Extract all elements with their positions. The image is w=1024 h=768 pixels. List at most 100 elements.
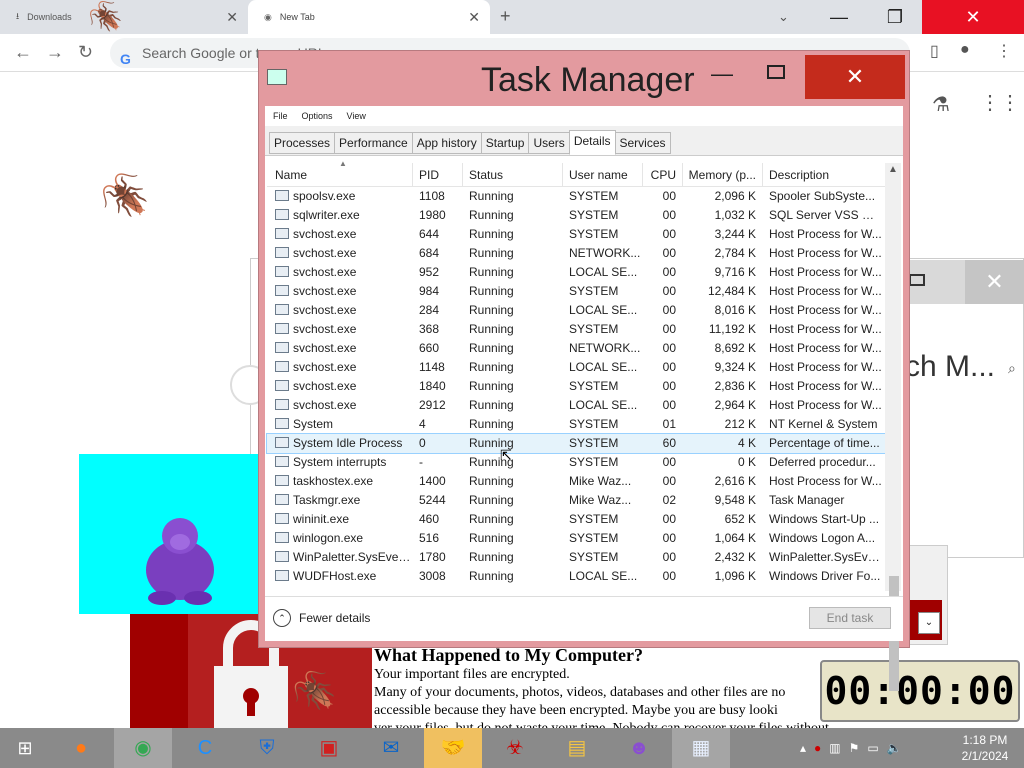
maximize-button[interactable]	[767, 65, 785, 79]
flag-icon[interactable]: ⚑	[849, 741, 860, 755]
table-row[interactable]: svchost.exe 1840 Running SYSTEM 00 2,836 K Hos…	[267, 377, 885, 396]
shield-icon[interactable]: ⛨	[238, 728, 296, 768]
process-memory: 11,192 K	[708, 322, 756, 336]
language-dropdown[interactable]: ⌄	[918, 612, 940, 634]
menu-icon[interactable]: ⋮	[996, 41, 1012, 61]
process-icon	[275, 285, 289, 296]
process-status: Running	[469, 265, 514, 279]
maximize-button[interactable]: ❐	[868, 0, 922, 34]
table-row[interactable]: svchost.exe 284 Running LOCAL SE... 00 8,016 …	[267, 301, 885, 320]
tab-performance[interactable]: Performance	[334, 132, 413, 154]
back-icon[interactable]: ←	[14, 42, 32, 63]
process-user: LOCAL SE...	[569, 303, 638, 317]
table-row[interactable]: WinPaletter.SysEvent... 1780 Running SYSTEM…	[267, 548, 885, 567]
apps-icon[interactable]: ⋮⋮	[980, 90, 1020, 115]
windows-start-icon[interactable]: ⊞	[0, 728, 50, 768]
menu-view[interactable]: View	[347, 111, 366, 121]
side-panel-icon[interactable]: ▯	[930, 41, 939, 61]
labs-icon[interactable]: ⚗	[932, 92, 950, 117]
menu-options[interactable]: Options	[302, 111, 333, 121]
minimize-button[interactable]: —	[711, 61, 733, 87]
end-task-button[interactable]: End task	[809, 607, 891, 629]
scroll-up-icon[interactable]: ▲	[888, 164, 898, 175]
ccleaner-icon[interactable]: C	[176, 728, 234, 768]
process-status: Running	[469, 550, 514, 564]
table-row[interactable]: winlogon.exe 516 Running SYSTEM 00 1,064 K Win…	[267, 529, 885, 548]
close-tab-icon[interactable]: ✕	[226, 9, 238, 26]
close-button[interactable]: ✕	[805, 55, 905, 99]
recorder-icon[interactable]: ▣	[300, 728, 358, 768]
tab-services[interactable]: Services	[614, 132, 671, 154]
tab-app-history[interactable]: App history	[411, 132, 482, 154]
process-description: Host Process for W...	[769, 303, 882, 317]
process-user: NETWORK...	[569, 341, 641, 355]
table-row[interactable]: svchost.exe 2912 Running LOCAL SE... 00 2,964…	[267, 396, 885, 415]
reload-icon[interactable]: ↻	[78, 42, 93, 63]
process-user: SYSTEM	[569, 227, 619, 241]
minimize-button[interactable]: —	[812, 0, 866, 34]
table-row[interactable]: taskhostex.exe 1400 Running Mike Waz... 00 2,…	[267, 472, 885, 491]
search-icon[interactable]: ⌕	[1008, 360, 1016, 377]
vertical-scrollbar[interactable]	[885, 163, 901, 591]
table-row[interactable]: svchost.exe 984 Running SYSTEM 00 12,484 K Hos…	[267, 282, 885, 301]
table-row[interactable]: svchost.exe 368 Running SYSTEM 00 11,192 K Hos…	[267, 320, 885, 339]
tab-downloads[interactable]: ⭳ Downloads ✕	[0, 0, 248, 34]
chrome-icon[interactable]: ◉	[114, 728, 172, 768]
close-tab-icon[interactable]: ✕	[468, 9, 480, 26]
close-button[interactable]: ✕	[922, 0, 1024, 34]
process-icon	[275, 304, 289, 315]
process-name: System Idle Process	[293, 436, 403, 450]
column-cpu[interactable]: CPU	[643, 163, 683, 186]
volume-mute-icon[interactable]: 🔈	[887, 741, 902, 755]
chevron-up-icon[interactable]: ⌃	[273, 609, 291, 627]
tab-processes[interactable]: Processes	[269, 132, 336, 154]
table-row[interactable]: wininit.exe 460 Running SYSTEM 00 652 K Window…	[267, 510, 885, 529]
tab-users[interactable]: Users	[528, 132, 570, 154]
tab-details[interactable]: Details	[568, 130, 616, 155]
profile-icon[interactable]: ●	[960, 41, 970, 59]
column-pid[interactable]: PID	[413, 163, 463, 186]
monitor-icon[interactable]: ▭	[867, 741, 878, 755]
column-description[interactable]: Description	[763, 163, 885, 186]
name-cell: svchost.exe	[267, 244, 413, 263]
outlook-icon[interactable]: ✉	[362, 728, 420, 768]
close-icon[interactable]: ✕	[965, 260, 1024, 304]
clock[interactable]: 1:18 PM 2/1/2024	[950, 732, 1020, 764]
tab-new-tab[interactable]: ◉ New Tab ✕	[248, 0, 490, 34]
table-row[interactable]: svchost.exe 1148 Running LOCAL SE... 00 9,324…	[267, 358, 885, 377]
bonzi-buddy-icon[interactable]	[140, 508, 220, 608]
table-row[interactable]: System 4 Running SYSTEM 01 212 K NT Kernel & S…	[267, 415, 885, 434]
firefox-icon[interactable]: ●	[52, 728, 110, 768]
tab-search-icon[interactable]: ⌄	[778, 9, 789, 25]
table-row[interactable]: System Idle Process 0 Running SYSTEM 60 4 K Pe…	[266, 433, 886, 454]
table-row[interactable]: svchost.exe 644 Running SYSTEM 00 3,244 K Host…	[267, 225, 885, 244]
malware-icon[interactable]: ☣	[486, 728, 544, 768]
menu-file[interactable]: File	[273, 111, 288, 121]
file-explorer-icon[interactable]: ▤	[548, 728, 606, 768]
antivirus-tray-icon[interactable]: ●	[814, 741, 821, 755]
network-icon[interactable]: ▥	[829, 741, 840, 755]
maximize-icon[interactable]	[909, 274, 925, 286]
table-row[interactable]: sqlwriter.exe 1980 Running SYSTEM 00 1,032 K S…	[267, 206, 885, 225]
table-row[interactable]: svchost.exe 684 Running NETWORK... 00 2,784 K…	[267, 244, 885, 263]
column-user-name[interactable]: User name	[563, 163, 643, 186]
new-tab-button[interactable]: +	[500, 6, 511, 27]
chevron-up-icon[interactable]: ▴	[800, 741, 806, 755]
handshake-icon[interactable]: 🤝	[424, 728, 482, 768]
tab-startup[interactable]: Startup	[480, 132, 530, 154]
column-memory[interactable]: Memory (p...	[683, 163, 763, 186]
bonzi-taskbar-icon[interactable]: ☻	[610, 728, 668, 768]
process-user: NETWORK...	[569, 246, 641, 260]
table-row[interactable]: svchost.exe 660 Running NETWORK... 00 8,692 K…	[267, 339, 885, 358]
task-manager-taskbar-icon[interactable]: ▦	[672, 728, 730, 768]
table-row[interactable]: spoolsv.exe 1108 Running SYSTEM 00 2,096 K Spo…	[267, 187, 885, 206]
table-row[interactable]: svchost.exe 952 Running LOCAL SE... 00 9,716 …	[267, 263, 885, 282]
process-memory: 8,692 K	[714, 341, 756, 355]
fewer-details-link[interactable]: Fewer details	[299, 611, 370, 625]
table-row[interactable]: System interrupts - Running SYSTEM 00 0 K Defe…	[267, 453, 885, 472]
forward-icon[interactable]: →	[46, 42, 64, 63]
process-pid: 1108	[419, 189, 445, 203]
table-row[interactable]: Taskmgr.exe 5244 Running Mike Waz... 02 9,548…	[267, 491, 885, 510]
column-status[interactable]: Status	[463, 163, 563, 186]
table-row[interactable]: WUDFHost.exe 3008 Running LOCAL SE... 00 1,09…	[267, 567, 885, 586]
